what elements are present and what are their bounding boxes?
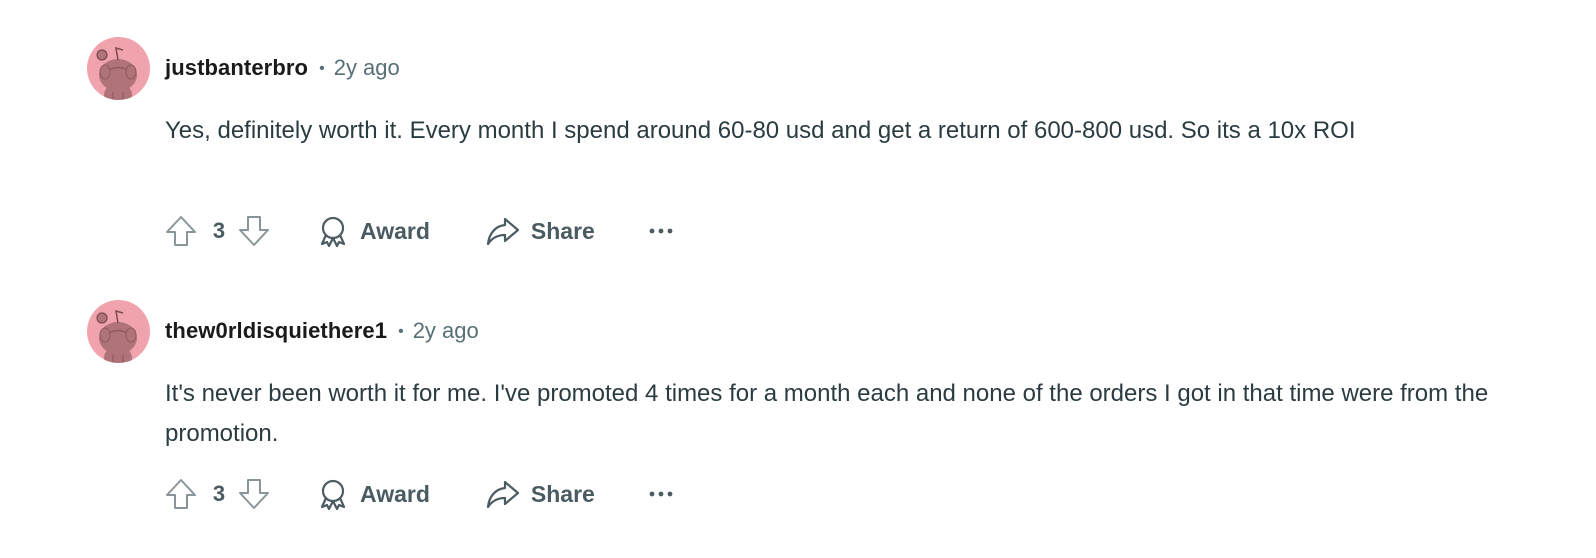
snoo-avatar-icon [96, 309, 137, 363]
downvote-arrow-icon [239, 479, 269, 509]
upvote-arrow-icon [166, 479, 196, 509]
vote-count: 3 [212, 481, 226, 506]
award-button[interactable]: Award [307, 210, 440, 252]
more-horizontal-icon [649, 491, 673, 497]
meta-separator: • [319, 60, 325, 77]
upvote-arrow-icon [166, 216, 196, 246]
avatar[interactable] [87, 37, 150, 100]
downvote-arrow-icon [239, 216, 269, 246]
upvote-button[interactable] [160, 210, 202, 252]
share-label: Share [530, 217, 595, 244]
share-button[interactable]: Share [476, 210, 605, 252]
comment-meta: justbanterbro • 2y ago [165, 53, 400, 83]
share-button[interactable]: Share [476, 473, 605, 515]
snoo-avatar-icon [96, 46, 137, 100]
timestamp[interactable]: 2y ago [413, 318, 479, 344]
comment-actions: 3 Award Share [160, 209, 681, 253]
share-arrow-icon [486, 217, 519, 246]
award-label: Award [360, 217, 430, 244]
comment-meta: thew0rldisquiethere1 • 2y ago [165, 316, 479, 346]
username[interactable]: justbanterbro [165, 55, 308, 81]
vote-count: 3 [212, 218, 226, 243]
comment-body: It's never been worth it for me. I've pr… [165, 380, 1489, 447]
timestamp[interactable]: 2y ago [334, 55, 400, 81]
username[interactable]: thew0rldisquiethere1 [165, 318, 387, 344]
award-button[interactable]: Award [307, 473, 440, 515]
share-arrow-icon [486, 480, 519, 509]
meta-separator: • [398, 323, 404, 340]
award-label: Award [360, 480, 430, 507]
comment-actions: 3 Award Share [160, 472, 681, 516]
avatar[interactable] [87, 300, 150, 363]
award-ribbon-icon [320, 216, 346, 247]
more-options-button[interactable] [641, 211, 681, 251]
downvote-button[interactable] [233, 473, 275, 515]
downvote-button[interactable] [233, 210, 275, 252]
comment-body: Yes, definitely worth it. Every month I … [165, 117, 1356, 144]
share-label: Share [530, 480, 595, 507]
more-options-button[interactable] [641, 474, 681, 514]
award-ribbon-icon [320, 479, 346, 510]
upvote-button[interactable] [160, 473, 202, 515]
more-horizontal-icon [649, 228, 673, 234]
